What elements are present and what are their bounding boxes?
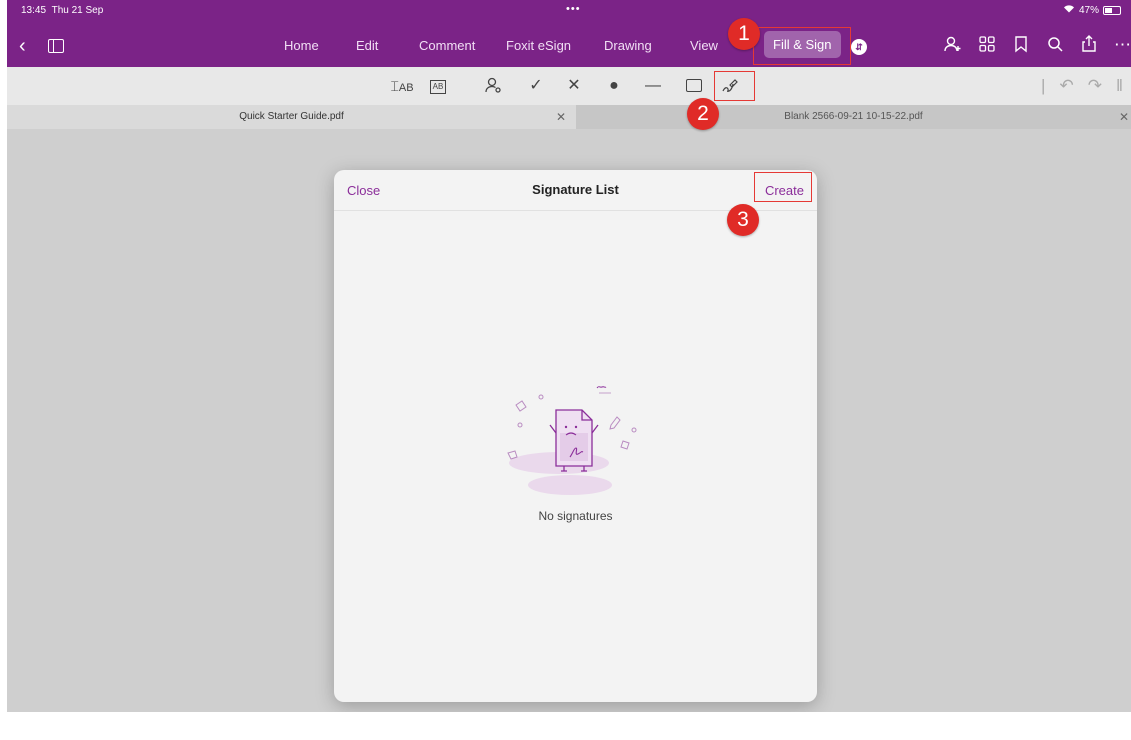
- combed-text-tool[interactable]: AB: [430, 80, 446, 94]
- app-screen: 13:45 Thu 21 Sep ••• 47% ‹ Home Edit Com…: [7, 0, 1131, 712]
- battery-icon: [1103, 5, 1121, 15]
- empty-state-text: No signatures: [538, 509, 613, 523]
- doc-tab-name: Blank 2566-09-21 10-15-22.pdf: [784, 111, 923, 122]
- date: Thu 21 Sep: [51, 5, 104, 16]
- tab-drawing[interactable]: Drawing: [604, 38, 652, 53]
- separator-icon: |: [1041, 76, 1046, 95]
- close-tab-icon[interactable]: ✕: [556, 105, 566, 129]
- tab-view[interactable]: View: [690, 38, 718, 53]
- main-nav: ‹ Home Edit Comment Foxit eSign Drawing …: [7, 27, 1131, 67]
- battery-percent: 47%: [1078, 4, 1099, 16]
- tab-switch-icon[interactable]: ⇵: [851, 39, 867, 55]
- step3-highlight: [754, 172, 812, 202]
- empty-signature-illustration: [507, 386, 637, 495]
- tab-foxit-esign[interactable]: Foxit eSign: [506, 38, 571, 53]
- fill-sign-toolbar: ⌶AB AB ✓ ✕ ● — | ↶ ↷ ‖: [7, 67, 1131, 105]
- dialog-title: Signature List: [532, 182, 619, 197]
- separator-icon-2: ‖: [1115, 76, 1123, 95]
- nav-left: ‹: [19, 36, 64, 56]
- signature-list-dialog: Close Signature List Create No signature…: [334, 170, 817, 702]
- tab-comment[interactable]: Comment: [419, 38, 475, 53]
- step2-highlight: [714, 71, 755, 101]
- grid-icon[interactable]: [978, 35, 996, 58]
- add-user-icon[interactable]: [944, 35, 962, 58]
- doc-tab-name: Quick Starter Guide.pdf: [239, 111, 344, 122]
- text-ab-tool[interactable]: ⌶AB: [390, 76, 414, 98]
- doc-tab[interactable]: Blank 2566-09-21 10-15-22.pdf ✕: [576, 105, 1131, 129]
- nav-right: ⋯: [944, 35, 1131, 58]
- line-tool[interactable]: —: [641, 76, 665, 96]
- multitask-dots[interactable]: •••: [566, 3, 581, 15]
- top-bar: 13:45 Thu 21 Sep ••• 47% ‹ Home Edit Com…: [7, 0, 1131, 67]
- bookmark-icon[interactable]: [1012, 35, 1030, 58]
- step2-badge: 2: [687, 98, 719, 130]
- text-tool-label: AB: [398, 82, 414, 94]
- status-time: 13:45 Thu 21 Sep: [21, 5, 103, 16]
- step1-highlight: [753, 27, 851, 65]
- redo-icon[interactable]: ↷: [1088, 76, 1102, 96]
- step3-badge: 3: [727, 204, 759, 236]
- status-right: 47%: [1063, 4, 1121, 16]
- more-icon[interactable]: ⋯: [1114, 35, 1131, 58]
- close-tab-icon[interactable]: ✕: [1119, 105, 1129, 129]
- cross-tool[interactable]: ✕: [562, 76, 586, 96]
- share-icon[interactable]: [1080, 35, 1098, 58]
- clock: 13:45: [21, 5, 47, 16]
- profile-tool[interactable]: [482, 76, 506, 100]
- back-icon[interactable]: ‹: [19, 36, 26, 56]
- undo-icon[interactable]: ↶: [1059, 76, 1073, 96]
- bottom-margin: [0, 712, 1131, 740]
- undo-redo: | ↶ ↷ ‖: [1041, 76, 1123, 96]
- step1-badge: 1: [728, 18, 760, 50]
- status-bar: 13:45 Thu 21 Sep ••• 47%: [7, 0, 1131, 20]
- panel-icon[interactable]: [47, 39, 64, 53]
- tab-home[interactable]: Home: [284, 38, 319, 53]
- doc-tab[interactable]: Quick Starter Guide.pdf ✕: [7, 105, 576, 129]
- search-icon[interactable]: [1046, 35, 1064, 58]
- document-tabs: Quick Starter Guide.pdf ✕ Blank 2566-09-…: [7, 105, 1131, 129]
- check-tool[interactable]: ✓: [524, 76, 548, 96]
- tab-edit[interactable]: Edit: [356, 38, 378, 53]
- wifi-icon: [1063, 4, 1075, 16]
- dot-tool[interactable]: ●: [602, 76, 626, 96]
